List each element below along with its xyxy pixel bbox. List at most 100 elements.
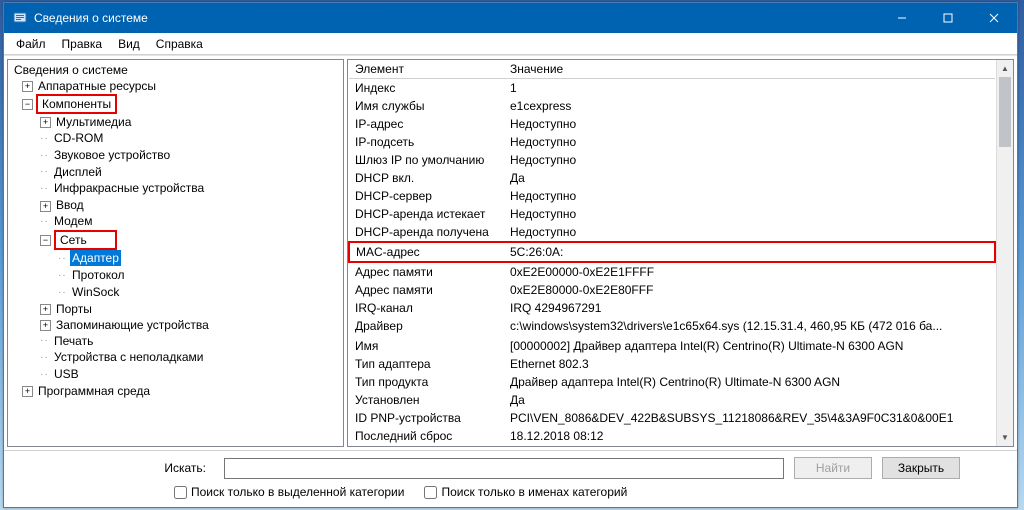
cell-value: c:\windows\system32\drivers\e1c65x64.sys…: [504, 317, 995, 335]
cell-key: IP-адрес: [349, 115, 504, 133]
cell-value: Да: [504, 169, 995, 187]
tree-cdrom[interactable]: ·· CD-ROM: [8, 130, 343, 147]
tree-ports[interactable]: +Порты: [8, 301, 343, 317]
tree-storage[interactable]: +Запоминающие устройства: [8, 317, 343, 333]
table-row[interactable]: Индекс2: [349, 445, 995, 446]
close-search-button[interactable]: Закрыть: [882, 457, 960, 479]
cell-value: Недоступно: [504, 151, 995, 169]
table-row[interactable]: Тип продуктаДрайвер адаптера Intel(R) Ce…: [349, 373, 995, 391]
table-row[interactable]: IP-подсетьНедоступно: [349, 133, 995, 151]
expand-icon[interactable]: +: [40, 320, 51, 331]
expand-icon[interactable]: +: [22, 81, 33, 92]
close-button[interactable]: [971, 3, 1017, 33]
table-row[interactable]: Последний сброс18.12.2018 08:12: [349, 427, 995, 445]
menu-file[interactable]: Файл: [8, 35, 54, 53]
cell-value: Ethernet 802.3: [504, 355, 995, 373]
tree-hw[interactable]: +Аппаратные ресурсы: [8, 78, 343, 94]
table-row[interactable]: DHCP-аренда полученаНедоступно: [349, 223, 995, 242]
column-header-value[interactable]: Значение: [504, 60, 995, 79]
table-row[interactable]: MAC-адрес5C:26:0A:: [349, 242, 995, 262]
tree-protocol[interactable]: ·· Протокол: [8, 267, 343, 284]
cell-value: 5C:26:0A:: [504, 242, 995, 262]
menu-view[interactable]: Вид: [110, 35, 148, 53]
cell-value: PCI\VEN_8086&DEV_422B&SUBSYS_11218086&RE…: [504, 409, 995, 427]
minimize-button[interactable]: [879, 3, 925, 33]
menubar: Файл Правка Вид Справка: [4, 33, 1017, 55]
titlebar[interactable]: Сведения о системе: [4, 3, 1017, 33]
expand-icon[interactable]: +: [40, 201, 51, 212]
app-icon: [12, 10, 28, 26]
scroll-down-button[interactable]: ▼: [997, 429, 1013, 446]
cell-value: 18.12.2018 08:12: [504, 427, 995, 445]
vertical-scrollbar[interactable]: ▲ ▼: [996, 60, 1013, 446]
tree-input[interactable]: +Ввод: [8, 197, 343, 213]
cell-key: Имя: [349, 337, 504, 355]
cell-value: Недоступно: [504, 115, 995, 133]
content-area: Сведения о системе +Аппаратные ресурсы −…: [4, 55, 1017, 450]
table-row[interactable]: Имя службыe1cexpress: [349, 97, 995, 115]
cell-key: MAC-адрес: [349, 242, 504, 262]
menu-edit[interactable]: Правка: [54, 35, 111, 53]
cell-value: 1: [504, 79, 995, 98]
cell-value: 0xE2E00000-0xE2E1FFFF: [504, 262, 995, 281]
tree-softenv[interactable]: +Программная среда: [8, 383, 343, 399]
collapse-icon[interactable]: −: [22, 99, 33, 110]
table-row[interactable]: Имя[00000002] Драйвер адаптера Intel(R) …: [349, 337, 995, 355]
tree-root[interactable]: Сведения о системе: [8, 62, 343, 78]
tree-winsock[interactable]: ·· WinSock: [8, 284, 343, 301]
table-row[interactable]: Адрес памяти0xE2E00000-0xE2E1FFFF: [349, 262, 995, 281]
only-selected-category-checkbox[interactable]: Поиск только в выделенной категории: [174, 485, 404, 499]
table-row[interactable]: DHCP-аренда истекаетНедоступно: [349, 205, 995, 223]
expand-icon[interactable]: +: [22, 386, 33, 397]
search-input[interactable]: [224, 458, 784, 479]
collapse-icon[interactable]: −: [40, 235, 51, 246]
find-button[interactable]: Найти: [794, 457, 872, 479]
table-row[interactable]: Тип адаптераEthernet 802.3: [349, 355, 995, 373]
cell-key: IP-подсеть: [349, 133, 504, 151]
expand-icon[interactable]: +: [40, 117, 51, 128]
table-row[interactable]: IP-адресНедоступно: [349, 115, 995, 133]
category-tree[interactable]: Сведения о системе +Аппаратные ресурсы −…: [7, 59, 344, 447]
tree-multimedia[interactable]: +Мультимедиа: [8, 114, 343, 130]
cell-value: 2: [504, 445, 995, 446]
scroll-up-button[interactable]: ▲: [997, 60, 1013, 77]
table-row[interactable]: Шлюз IP по умолчаниюНедоступно: [349, 151, 995, 169]
detail-list[interactable]: Элемент Значение Индекс1Имя службыe1cexp…: [348, 60, 996, 446]
table-row[interactable]: IRQ-каналIRQ 4294967291: [349, 299, 995, 317]
tree-infrared[interactable]: ·· Инфракрасные устройства: [8, 180, 343, 197]
cell-value: Недоступно: [504, 133, 995, 151]
cell-key: Тип продукта: [349, 373, 504, 391]
tree-network[interactable]: −Сеть: [8, 230, 343, 250]
menu-help[interactable]: Справка: [148, 35, 211, 53]
tree-usb[interactable]: ·· USB: [8, 366, 343, 383]
tree-sound[interactable]: ·· Звуковое устройство: [8, 147, 343, 164]
tree-problem[interactable]: ·· Устройства с неполадками: [8, 349, 343, 366]
scroll-thumb[interactable]: [999, 77, 1011, 147]
tree-display[interactable]: ·· Дисплей: [8, 164, 343, 181]
scroll-track[interactable]: [997, 77, 1013, 429]
expand-icon[interactable]: +: [40, 304, 51, 315]
cell-key: DHCP-сервер: [349, 187, 504, 205]
column-header-element[interactable]: Элемент: [349, 60, 504, 79]
cell-key: Имя службы: [349, 97, 504, 115]
table-row[interactable]: DHCP вкл.Да: [349, 169, 995, 187]
cell-value: IRQ 4294967291: [504, 299, 995, 317]
cell-value: Да: [504, 391, 995, 409]
tree-components[interactable]: −Компоненты: [8, 94, 343, 114]
table-row[interactable]: УстановленДа: [349, 391, 995, 409]
table-row[interactable]: DHCP-серверНедоступно: [349, 187, 995, 205]
tree-printing[interactable]: ·· Печать: [8, 333, 343, 350]
tree-adapter[interactable]: ·· Адаптер: [8, 250, 343, 267]
table-row[interactable]: Индекс1: [349, 79, 995, 98]
table-row[interactable]: Адрес памяти0xE2E80000-0xE2E80FFF: [349, 281, 995, 299]
detail-pane: Элемент Значение Индекс1Имя службыe1cexp…: [347, 59, 1014, 447]
table-row[interactable]: ID PNP-устройстваPCI\VEN_8086&DEV_422B&S…: [349, 409, 995, 427]
tree-modem[interactable]: ·· Модем: [8, 213, 343, 230]
table-row[interactable]: Драйверc:\windows\system32\drivers\e1c65…: [349, 317, 995, 335]
cell-value: Недоступно: [504, 205, 995, 223]
maximize-button[interactable]: [925, 3, 971, 33]
search-bar: Искать: Найти Закрыть Поиск только в выд…: [4, 450, 1017, 507]
cell-key: Шлюз IP по умолчанию: [349, 151, 504, 169]
only-category-names-checkbox[interactable]: Поиск только в именах категорий: [424, 485, 627, 499]
cell-value: e1cexpress: [504, 97, 995, 115]
